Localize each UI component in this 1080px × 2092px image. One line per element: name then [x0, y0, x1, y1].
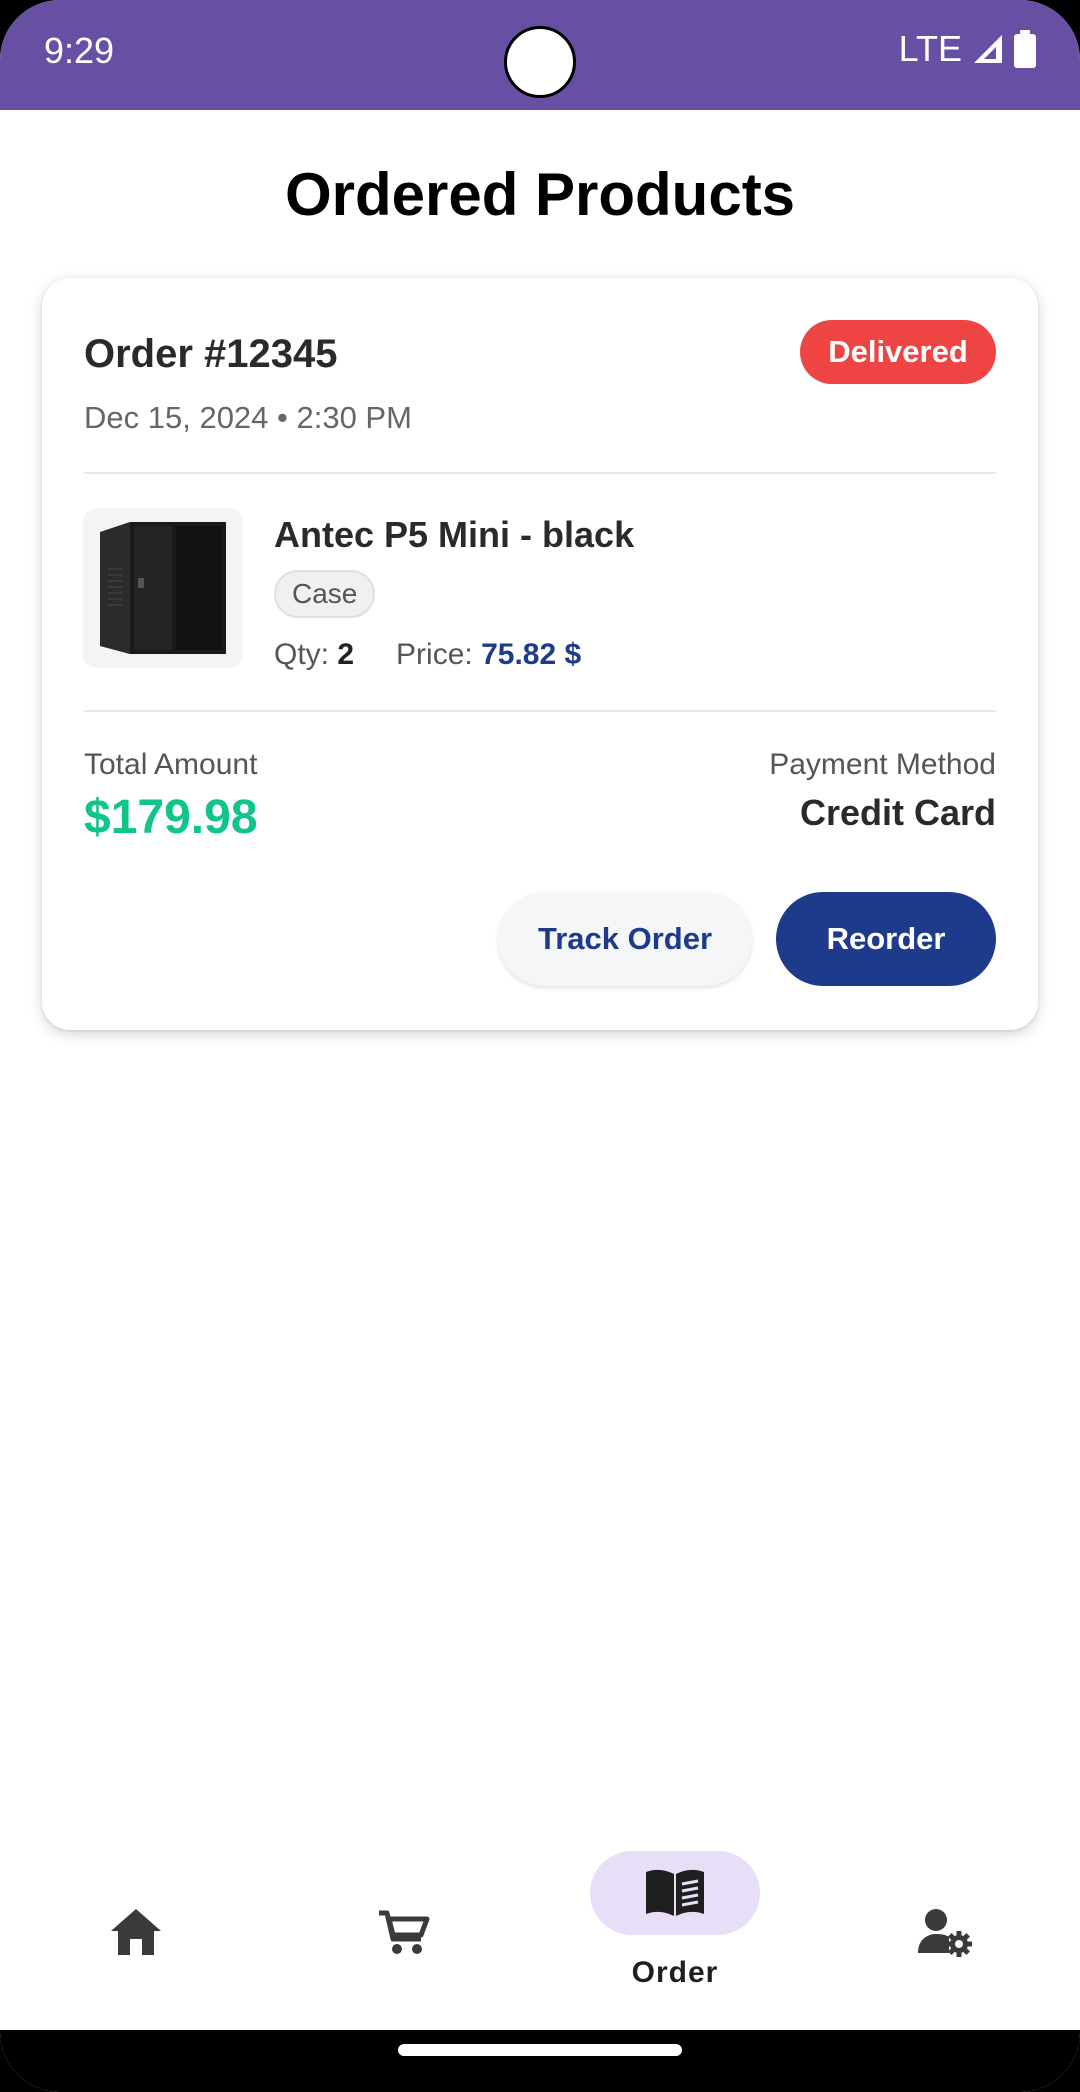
price-value: 75.82 $ [481, 638, 582, 671]
signal-icon [974, 35, 1002, 63]
price-group: Price: 75.82 $ [396, 638, 581, 672]
status-bar: 9:29 LTE [0, 0, 1080, 110]
payment-method-label: Payment Method [769, 748, 996, 781]
track-order-button[interactable]: Track Order [498, 892, 752, 986]
qty-price-row: Qty: 2 Price: 75.82 $ [274, 638, 581, 672]
total-value: $179.98 [84, 791, 258, 844]
qty-value: 2 [337, 638, 355, 671]
home-icon [111, 1909, 161, 1955]
pc-case-image [100, 522, 226, 654]
gesture-nav-area [0, 2030, 1080, 2092]
price-label: Price: [396, 638, 473, 671]
total-label: Total Amount [84, 748, 258, 781]
nav-cart[interactable] [362, 1890, 446, 1974]
user-settings-icon [918, 1909, 972, 1957]
order-id: Order #12345 [84, 332, 338, 376]
status-badge: Delivered [800, 320, 996, 384]
order-card[interactable]: Order #12345 Delivered Dec 15, 2024 • 2:… [42, 278, 1038, 1030]
network-type: LTE [898, 28, 962, 69]
cart-icon [379, 1910, 430, 1954]
app-screen: 9:29 LTE Ordered Products Order #12345 D… [0, 0, 1080, 2092]
nav-order[interactable] [590, 1851, 760, 1935]
status-time: 9:29 [44, 30, 115, 71]
book-icon [646, 1869, 704, 1916]
divider [84, 710, 996, 712]
qty-label: Qty: [274, 638, 330, 671]
page-title: Ordered Products [284, 161, 796, 228]
qty-group: Qty: 2 [274, 638, 354, 672]
camera-cutout [504, 26, 576, 98]
nav-order-label[interactable]: Order [590, 1956, 760, 1990]
divider [84, 472, 996, 474]
nav-home[interactable] [94, 1890, 178, 1974]
order-date: Dec 15, 2024 • 2:30 PM [84, 400, 412, 435]
reorder-button[interactable]: Reorder [776, 892, 996, 986]
home-gesture-handle[interactable] [398, 2044, 682, 2056]
battery-icon [1014, 30, 1036, 68]
nav-user-settings[interactable] [902, 1890, 986, 1974]
product-name[interactable]: Antec P5 Mini - black [274, 514, 634, 556]
status-icons: LTE [899, 28, 1036, 70]
payment-method-value: Credit Card [799, 792, 996, 833]
product-image[interactable] [84, 508, 242, 666]
bottom-nav: Order [0, 1820, 1080, 2030]
category-chip: Case [274, 570, 376, 618]
